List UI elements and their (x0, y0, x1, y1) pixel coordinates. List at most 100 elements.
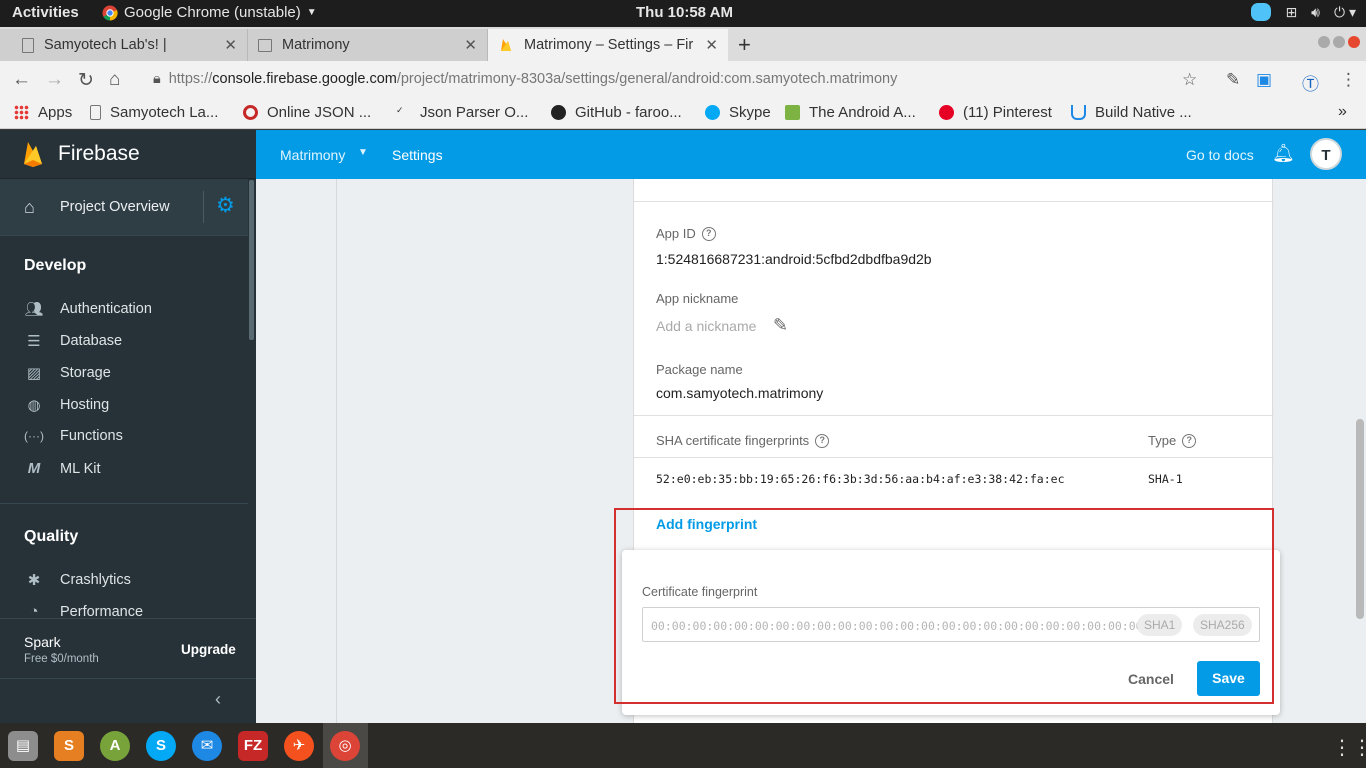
power-icon[interactable]: ⏻ ▾ (1334, 4, 1356, 21)
sidebar-item-functions[interactable]: (···) Functions (24, 428, 123, 444)
extension-icon[interactable]: ▣ (1256, 70, 1272, 90)
tab-label: Matrimony (282, 37, 350, 53)
eyedropper-extension-icon[interactable]: ✎ (1226, 70, 1240, 90)
go-to-docs-link[interactable]: Go to docs (1186, 147, 1254, 163)
bookmark-build-native[interactable]: Build Native ... (1071, 104, 1192, 121)
bookmark-github[interactable]: GitHub - faroo... (551, 104, 682, 121)
bookmark-android[interactable]: The Android A... (785, 104, 916, 121)
menu-icon[interactable]: ⋮ (1340, 70, 1357, 90)
cancel-button[interactable]: Cancel (1128, 671, 1174, 687)
bookmark-json-parser[interactable]: ✓ Json Parser O... (396, 104, 528, 121)
new-tab-button[interactable]: + (738, 32, 751, 58)
sidebar-scrollbar[interactable] (249, 180, 254, 340)
section-quality[interactable]: Quality (24, 528, 78, 546)
home-icon[interactable]: ⌂ (109, 69, 120, 91)
chrome-icon (102, 5, 118, 21)
app-nickname-label: App nickname (656, 291, 739, 306)
section-develop[interactable]: Develop (24, 257, 86, 275)
udemy-icon (1071, 105, 1086, 120)
close-window-button[interactable] (1348, 36, 1360, 48)
minimize-button[interactable] (1318, 36, 1330, 48)
tab-firebase-settings[interactable]: Matrimony – Settings – Fir ✕ (488, 29, 728, 61)
edit-pencil-icon[interactable]: ✎ (773, 315, 788, 336)
url-scheme: https:// (168, 71, 213, 87)
tab-matrimony[interactable]: Matrimony ✕ (248, 29, 488, 61)
filezilla-icon[interactable]: FZ (238, 731, 268, 761)
profile-extension-icon[interactable]: Ⓣ (1302, 70, 1319, 95)
sidebar-item-database[interactable]: ☰ Database (24, 332, 122, 350)
android-studio-icon[interactable]: A (100, 731, 130, 761)
firebase-flame-icon (24, 142, 42, 167)
project-overview-row[interactable]: ⌂ Project Overview ⚙ (0, 179, 248, 235)
app-nickname-placeholder[interactable]: Add a nickname (656, 318, 756, 334)
bookmark-pinterest[interactable]: (11) Pinterest (939, 104, 1052, 121)
sidebar-item-storage[interactable]: ▨ Storage (24, 364, 111, 382)
tab-label: Samyotech Lab's! | (44, 37, 167, 53)
page-scrollbar[interactable] (1354, 179, 1366, 723)
more-bookmarks-icon[interactable]: » (1338, 103, 1347, 121)
firebase-brand[interactable]: Firebase (22, 140, 140, 168)
tab-label: Matrimony – Settings – Fir (524, 37, 694, 53)
github-icon (551, 105, 566, 120)
help-icon[interactable]: ? (701, 226, 716, 241)
close-icon[interactable]: ✕ (705, 36, 718, 54)
files-app-icon[interactable]: ▤ (8, 731, 38, 761)
bookmark-samyotech[interactable]: Samyotech La... (90, 104, 218, 121)
skype-app-icon[interactable]: S (146, 731, 176, 761)
skype-tray-icon[interactable] (1251, 3, 1272, 21)
avatar[interactable]: T (1310, 138, 1342, 170)
app-menu[interactable]: Google Chrome (unstable) ▼ (102, 4, 317, 21)
bookmark-skype[interactable]: Skype (705, 104, 771, 121)
help-icon[interactable]: ? (1182, 433, 1197, 448)
star-icon[interactable]: ☆ (1182, 70, 1197, 90)
clock[interactable]: Thu 10:58 AM (636, 4, 733, 21)
sublime-app-icon[interactable]: S (54, 731, 84, 761)
tab-samyotech[interactable]: Samyotech Lab's! | ✕ (0, 29, 248, 61)
lock-icon: 🔒︎ (153, 71, 161, 87)
close-icon[interactable]: ✕ (224, 36, 237, 54)
volume-icon[interactable]: 🔊︎ (1311, 4, 1320, 21)
scrollbar-thumb[interactable] (1356, 419, 1364, 619)
bookmark-apps[interactable]: Apps (14, 104, 72, 121)
add-fingerprint-form: Certificate fingerprint 00:00:00:00:00:0… (622, 550, 1280, 715)
help-icon[interactable]: ? (815, 433, 830, 448)
activities-button[interactable]: Activities (12, 4, 79, 21)
functions-icon: (···) (24, 429, 44, 443)
gear-icon[interactable]: ⚙ (216, 193, 235, 218)
add-fingerprint-link[interactable]: Add fingerprint (656, 516, 757, 532)
divider (0, 235, 248, 236)
label-text: App ID (656, 226, 696, 241)
sidebar-item-ml-kit[interactable]: M ML Kit (24, 460, 101, 477)
page-icon (90, 105, 101, 120)
sidebar-item-crashlytics[interactable]: ✱ Crashlytics (24, 571, 131, 589)
postman-icon[interactable]: ✈ (284, 731, 314, 761)
sidebar-item-authentication[interactable]: 👥︎ Authentication (24, 300, 151, 318)
bookmark-label: Json Parser O... (420, 104, 529, 121)
forward-icon[interactable]: → (45, 69, 64, 91)
project-selector[interactable]: Matrimony (280, 147, 345, 163)
network-icon[interactable]: ⊞ (1285, 4, 1297, 21)
thunderbird-icon[interactable]: ✉ (192, 731, 222, 761)
dock: ▤ S A S ✉ FZ ✈ ◎ ⋮⋮⋮ (0, 723, 1366, 768)
fingerprint-placeholder: 00:00:00:00:00:00:00:00:00:00:00:00:00:0… (651, 619, 1143, 633)
bookmark-label: Skype (729, 104, 771, 121)
chrome-dock-icon[interactable]: ◎ (330, 731, 360, 761)
back-icon[interactable]: ← (12, 69, 31, 91)
close-icon[interactable]: ✕ (464, 36, 477, 54)
chevron-down-icon[interactable]: ▼ (358, 147, 368, 158)
people-icon: 👥︎ (24, 301, 44, 318)
certificate-fingerprint-input[interactable]: 00:00:00:00:00:00:00:00:00:00:00:00:00:0… (642, 607, 1260, 642)
project-overview-link[interactable]: Project Overview (60, 199, 170, 215)
upgrade-button[interactable]: Upgrade (181, 642, 236, 657)
url-field[interactable]: 🔒︎ https://console.firebase.google.com/pr… (153, 71, 897, 87)
maximize-button[interactable] (1333, 36, 1345, 48)
show-applications-icon[interactable]: ⋮⋮⋮ (1332, 735, 1366, 760)
collapse-sidebar-button[interactable]: ‹ (0, 678, 256, 723)
bookmark-label: GitHub - faroo... (575, 104, 682, 121)
bell-icon[interactable]: 🔔︎ (1272, 143, 1295, 164)
save-button[interactable]: Save (1197, 661, 1260, 696)
reload-icon[interactable]: ↻ (78, 69, 94, 92)
app-menu-label: Google Chrome (unstable) (124, 4, 301, 21)
bookmark-online-json[interactable]: Online JSON ... (243, 104, 371, 121)
sidebar-item-hosting[interactable]: ◍ Hosting (24, 396, 109, 414)
